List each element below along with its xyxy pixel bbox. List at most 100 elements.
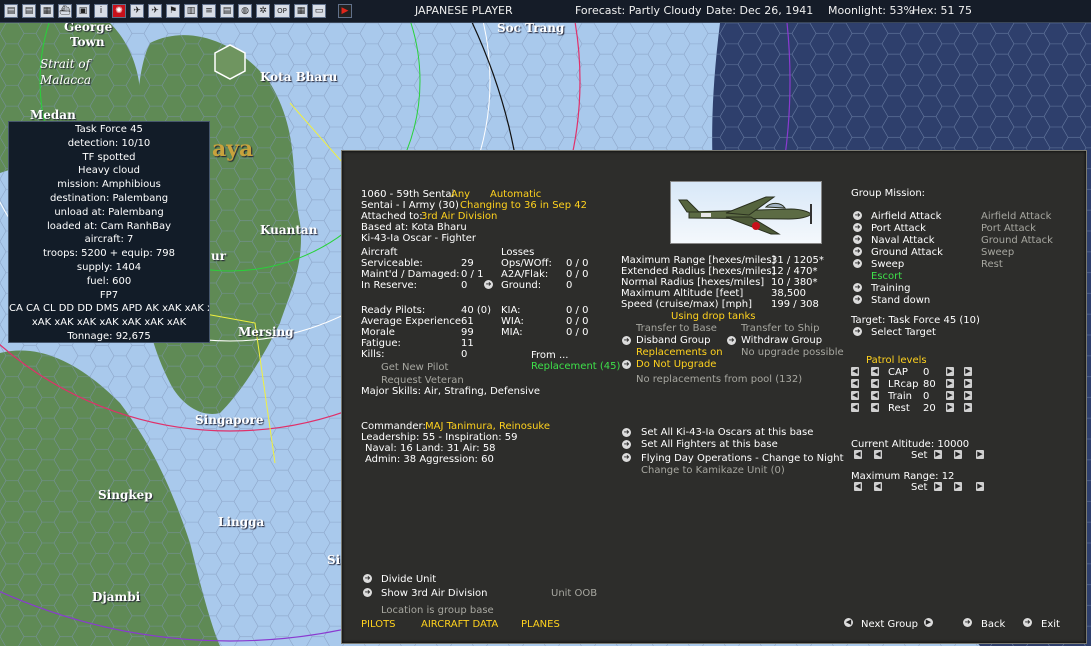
lrcap-dec-fast[interactable]: ◀	[851, 379, 859, 388]
mission-arrow-7[interactable]: ➜	[853, 295, 862, 304]
cap-inc[interactable]: ▶	[946, 367, 954, 376]
replacements-toggle[interactable]: Replacements on	[636, 347, 723, 358]
mission-naval-attack[interactable]: Naval Attack	[871, 235, 935, 246]
secondary-rest[interactable]: Rest	[981, 259, 1003, 270]
do-not-upgrade-toggle[interactable]: Do Not Upgrade	[636, 359, 716, 370]
show-division-arrow-icon[interactable]: ➜	[363, 588, 372, 597]
withdraw-button[interactable]: Withdraw Group	[741, 335, 822, 346]
transfer-ship-button[interactable]: Transfer to Ship	[741, 323, 819, 334]
ship-icon[interactable]: ⛴	[58, 4, 72, 18]
op-icon[interactable]: OP	[274, 4, 290, 18]
flying-day-button[interactable]: Flying Day Operations - Change to Night	[641, 453, 844, 464]
aircraft-icon[interactable]: ✈	[148, 4, 162, 18]
exit-button[interactable]: Exit	[1041, 619, 1060, 630]
window-icon[interactable]: ▭	[312, 4, 326, 18]
cap-dec-fast[interactable]: ◀	[851, 367, 859, 376]
next-group-prev-icon[interactable]: ◀	[844, 618, 853, 627]
chart-icon[interactable]: ▥	[184, 4, 198, 18]
mission-escort[interactable]: Escort	[871, 271, 902, 282]
reserve-arrow-icon[interactable]: ➜	[484, 280, 493, 289]
secondary-sweep[interactable]: Sweep	[981, 247, 1014, 258]
back-button[interactable]: Back	[981, 619, 1005, 630]
rest-inc[interactable]: ▶	[946, 403, 954, 412]
commander-name[interactable]: MAJ Tanimura, Reinosuke	[425, 421, 550, 432]
secondary-ground-attack[interactable]: Ground Attack	[981, 235, 1053, 246]
from-label[interactable]: From ...	[531, 350, 569, 361]
altitude-dec-fast[interactable]: ◀	[854, 450, 862, 459]
aircraft-data-tab[interactable]: AIRCRAFT DATA	[421, 619, 498, 630]
cap-dec[interactable]: ◀	[871, 367, 879, 376]
altitude-inc-max[interactable]: ▶	[976, 450, 984, 459]
train-dec[interactable]: ◀	[871, 391, 879, 400]
divide-arrow-icon[interactable]: ➜	[363, 574, 372, 583]
base-icon[interactable]: ▣	[76, 4, 90, 18]
lrcap-dec[interactable]: ◀	[871, 379, 879, 388]
mission-sweep[interactable]: Sweep	[871, 259, 904, 270]
grid-icon[interactable]: ▦	[294, 4, 308, 18]
set-all-type-button[interactable]: Set All Ki-43-Ia Oscars at this base	[641, 427, 813, 438]
mission-training[interactable]: Training	[871, 283, 910, 294]
mission-airfield-attack[interactable]: Airfield Attack	[871, 211, 941, 222]
air-icon[interactable]: ✈	[130, 4, 144, 18]
range-set-button[interactable]: Set	[911, 482, 927, 493]
altitude-set-button[interactable]: Set	[911, 450, 927, 461]
set-all-type-arrow-icon[interactable]: ➜	[622, 428, 631, 437]
lrcap-inc[interactable]: ▶	[946, 379, 954, 388]
show-division-button[interactable]: Show 3rd Air Division	[381, 588, 488, 599]
mission-arrow-1[interactable]: ➜	[853, 223, 862, 232]
exit-icon[interactable]: ➜	[1023, 618, 1032, 627]
range-dec[interactable]: ◀	[874, 482, 882, 491]
altitude-inc-fast[interactable]: ▶	[954, 450, 962, 459]
select-target-button[interactable]: Select Target	[871, 327, 936, 338]
rest-dec[interactable]: ◀	[871, 403, 879, 412]
settings-icon[interactable]: ✲	[256, 4, 270, 18]
unit-oob-button[interactable]: Unit OOB	[551, 588, 597, 599]
pilots-tab[interactable]: PILOTS	[361, 619, 396, 630]
cap-inc-fast[interactable]: ▶	[964, 367, 972, 376]
rest-dec-fast[interactable]: ◀	[851, 403, 859, 412]
mission-arrow-4[interactable]: ➜	[853, 259, 862, 268]
transfer-base-button[interactable]: Transfer to Base	[636, 323, 717, 334]
altitude-inc[interactable]: ▶	[934, 450, 942, 459]
globe-icon[interactable]: ◍	[238, 4, 252, 18]
lrcap-inc-fast[interactable]: ▶	[964, 379, 972, 388]
unit-any-toggle[interactable]: Any	[451, 189, 470, 200]
next-group-button[interactable]: Next Group	[861, 619, 918, 630]
secondary-port-attack[interactable]: Port Attack	[981, 223, 1036, 234]
disband-arrow-icon[interactable]: ➜	[622, 336, 631, 345]
mission-arrow-3[interactable]: ➜	[853, 247, 862, 256]
info-icon[interactable]: ▤	[4, 4, 18, 18]
kamikaze-button[interactable]: Change to Kamikaze Unit (0)	[641, 465, 785, 476]
mission-ground-attack[interactable]: Ground Attack	[871, 247, 943, 258]
rest-inc-fast[interactable]: ▶	[964, 403, 972, 412]
get-new-pilot-button[interactable]: Get New Pilot	[381, 362, 448, 373]
flag-icon[interactable]: ⚑	[166, 4, 180, 18]
sliders-icon[interactable]: ≡	[202, 4, 216, 18]
mission-arrow-2[interactable]: ➜	[853, 235, 862, 244]
range-inc[interactable]: ▶	[934, 482, 942, 491]
back-icon[interactable]: ➜	[963, 618, 972, 627]
unit-automatic-toggle[interactable]: Automatic	[490, 189, 541, 200]
range-inc-max[interactable]: ▶	[976, 482, 984, 491]
upgrade-arrow-icon[interactable]: ➜	[622, 360, 631, 369]
disband-button[interactable]: Disband Group	[636, 335, 710, 346]
set-all-fighters-button[interactable]: Set All Fighters at this base	[641, 439, 778, 450]
range-dec-fast[interactable]: ◀	[854, 482, 862, 491]
mission-arrow-6[interactable]: ➜	[853, 283, 862, 292]
set-all-fighters-arrow-icon[interactable]: ➜	[622, 440, 631, 449]
mission-arrow-0[interactable]: ➜	[853, 211, 862, 220]
train-dec-fast[interactable]: ◀	[851, 391, 859, 400]
divide-unit-button[interactable]: Divide Unit	[381, 574, 436, 585]
request-veteran-button[interactable]: Request Veteran	[381, 375, 464, 386]
next-group-next-icon[interactable]: ▶	[924, 618, 933, 627]
intel-icon[interactable]: i	[94, 4, 108, 18]
replacement-label[interactable]: Replacement (45)	[531, 361, 620, 372]
altitude-dec[interactable]: ◀	[874, 450, 882, 459]
report-icon[interactable]: ▦	[40, 4, 54, 18]
list-icon[interactable]: ▤	[22, 4, 36, 18]
mission-stand-down[interactable]: Stand down	[871, 295, 930, 306]
japan-flag-icon[interactable]: ✺	[112, 4, 126, 18]
end-turn-icon[interactable]: ▶	[338, 4, 352, 18]
planes-tab[interactable]: PLANES	[521, 619, 560, 630]
range-inc-fast[interactable]: ▶	[954, 482, 962, 491]
